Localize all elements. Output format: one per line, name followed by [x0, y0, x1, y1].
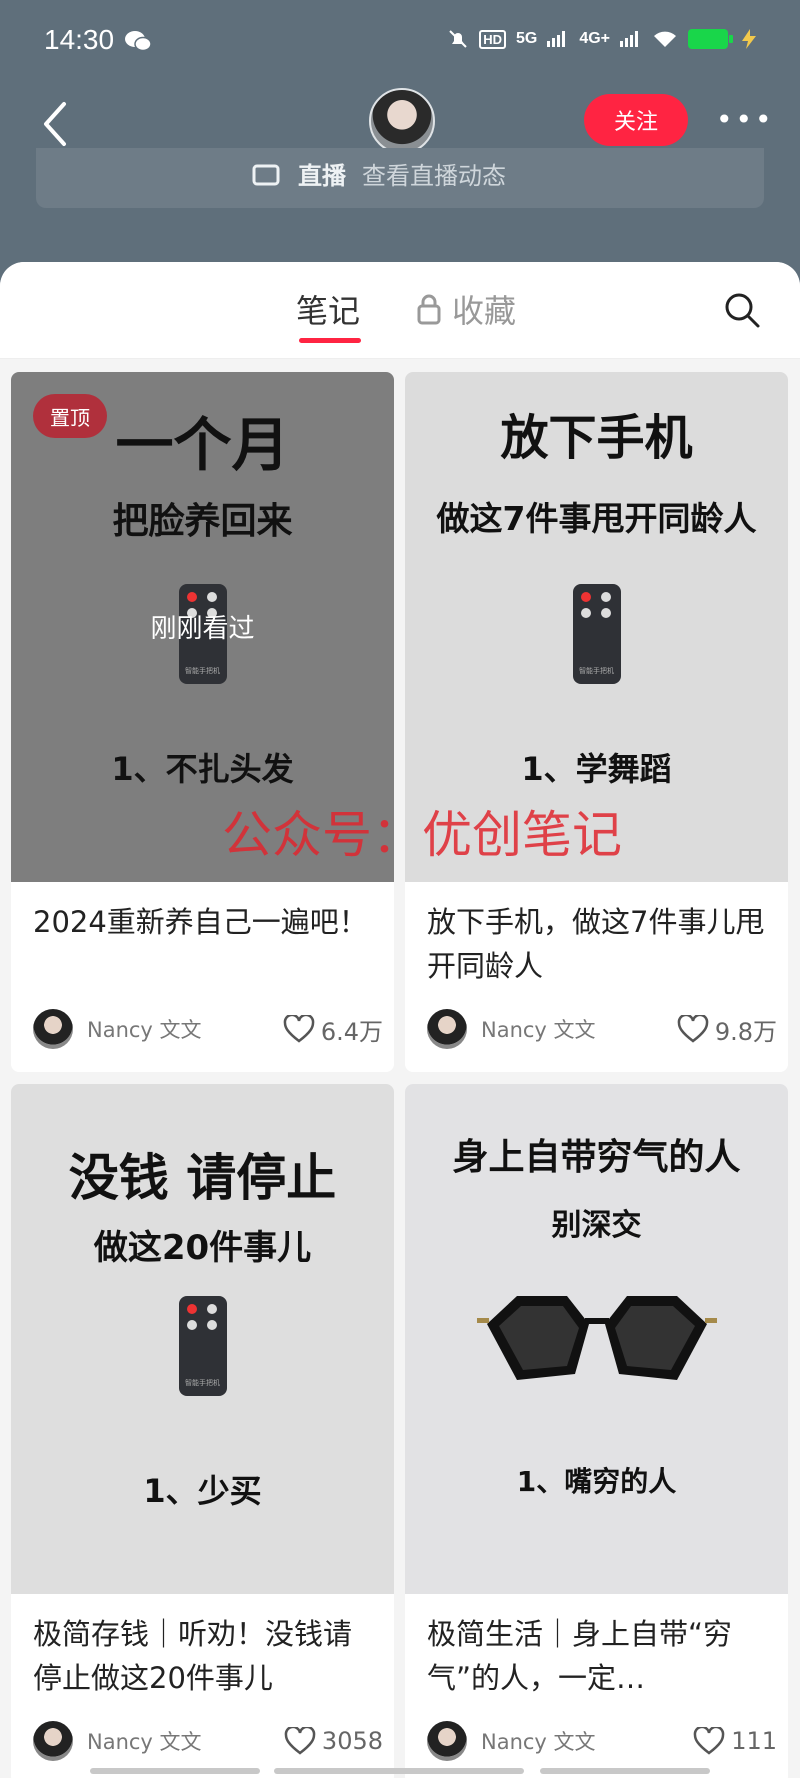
remote-control-image: 智能手把机 — [178, 1296, 227, 1396]
sunglasses-image — [477, 1296, 717, 1380]
5g-indicator: 5G — [515, 30, 538, 47]
search-icon[interactable] — [722, 290, 762, 330]
cover-point: 1、嘴穷的人 — [516, 1465, 677, 1498]
author-avatar — [33, 1721, 73, 1761]
like-count: 6.4万 — [320, 1017, 383, 1046]
cover-headline: 没钱 请停止 — [68, 1149, 337, 1207]
scroll-indicator — [274, 1768, 524, 1774]
note-meta: Nancy 文文 111 — [427, 1720, 777, 1762]
live-label: 直播 — [298, 162, 346, 190]
follow-button[interactable]: 关注 — [584, 94, 688, 146]
cover-point: 1、少买 — [143, 1472, 262, 1510]
back-arrow-icon[interactable] — [38, 96, 78, 152]
heart-icon — [283, 1015, 315, 1043]
cover-subtitle: 做这20件事儿 — [93, 1228, 312, 1268]
like-count: 3058 — [321, 1727, 383, 1755]
battery-icon — [688, 29, 733, 49]
cover-subtitle: 别深交 — [551, 1208, 642, 1243]
heart-icon — [284, 1727, 316, 1755]
live-tv-icon — [252, 164, 280, 185]
like-button[interactable]: 3058 — [284, 1727, 383, 1755]
status-icons: HD 5G 4G+ — [447, 28, 760, 50]
cover-point: 1、不扎头发 — [111, 750, 294, 788]
status-bar: 14:30 HD 5G 4G+ — [0, 0, 800, 80]
like-count: 9.8万 — [714, 1017, 777, 1046]
author-avatar — [427, 1009, 467, 1049]
note-title: 放下手机，做这7件事儿甩开同龄人 — [427, 905, 765, 983]
watermark-text: 公众号：优创笔记 — [222, 806, 622, 864]
profile-avatar[interactable] — [369, 88, 435, 154]
tab-favorites-label: 收藏 — [452, 292, 517, 330]
like-button[interactable]: 111 — [693, 1727, 777, 1755]
note-card[interactable]: 放下手机 做这7件事甩开同龄人 智能手把机 1、学舞蹈 放下手机，做这7件事儿甩… — [405, 372, 788, 1072]
author-name: Nancy 文文 — [87, 1730, 202, 1754]
charging-icon — [742, 29, 756, 49]
live-entry[interactable]: 直播 查看直播动态 — [36, 148, 764, 208]
heart-icon — [677, 1015, 709, 1043]
note-title: 极简生活｜身上自带“穷气”的人，一定… — [427, 1617, 733, 1695]
clock: 14:30 — [44, 24, 115, 55]
heart-icon — [693, 1727, 725, 1755]
pinned-badge: 置顶 — [33, 394, 107, 438]
like-count: 111 — [731, 1727, 777, 1755]
more-options-button[interactable]: ••• — [716, 100, 772, 140]
note-meta: Nancy 文文 3058 — [33, 1720, 383, 1762]
note-meta: Nancy 文文 9.8万 — [427, 1008, 777, 1050]
note-card[interactable]: 一个月 把脸养回来 智能手把机 刚刚看过 1、不扎头发 置顶 2024重新养自己… — [11, 372, 394, 1072]
live-subtitle: 查看直播动态 — [362, 162, 506, 190]
tab-favorites[interactable]: 收藏 — [416, 286, 516, 332]
content-sheet: 笔记 收藏 一个月 把脸养回来 智能手把机 刚刚看过 1、不扎头发 置顶 202… — [0, 262, 800, 1778]
mute-bell-icon — [449, 30, 467, 48]
author-name: Nancy 文文 — [481, 1018, 596, 1042]
note-card[interactable]: 没钱 请停止 做这20件事儿 智能手把机 1、少买 极简存钱｜听劝！没钱请停止做… — [11, 1084, 394, 1778]
wifi-icon — [654, 31, 676, 47]
author-avatar — [33, 1009, 73, 1049]
recently-viewed-label: 刚刚看过 — [150, 614, 255, 644]
4g-indicator: 4G+ — [579, 30, 610, 47]
scroll-indicator — [540, 1768, 710, 1774]
scroll-indicator — [90, 1768, 260, 1774]
note-title: 极简存钱｜听劝！没钱请停止做这20件事儿 — [33, 1617, 353, 1695]
remote-label: 智能手把机 — [185, 1379, 220, 1387]
cover-headline: 放下手机 — [500, 410, 693, 466]
author-name: Nancy 文文 — [87, 1018, 202, 1042]
author-avatar — [427, 1721, 467, 1761]
hd-indicator: HD — [479, 29, 506, 49]
lock-icon — [417, 294, 441, 325]
like-button[interactable]: 6.4万 — [283, 1012, 383, 1047]
remote-label: 智能手把机 — [185, 667, 220, 675]
remote-control-image: 智能手把机 — [572, 584, 621, 684]
cover-subtitle: 把脸养回来 — [112, 501, 293, 542]
tab-notes[interactable]: 笔记 — [296, 286, 360, 332]
note-cover: 身上自带穷气的人 别深交 1、嘴穷的人 — [405, 1084, 788, 1594]
cover-headline: 身上自带穷气的人 — [452, 1137, 741, 1178]
cover-subtitle: 做这7件事甩开同龄人 — [436, 499, 757, 538]
note-meta: Nancy 文文 6.4万 — [33, 1008, 383, 1050]
author-name: Nancy 文文 — [481, 1730, 596, 1754]
note-card[interactable]: 身上自带穷气的人 别深交 1、嘴穷的人 极简生活｜身上自带“穷气”的人，一定… … — [405, 1084, 788, 1778]
tab-bar: 笔记 收藏 — [0, 262, 800, 359]
remote-label: 智能手把机 — [579, 667, 614, 675]
note-title: 2024重新养自己一遍吧！ — [33, 905, 368, 939]
like-button[interactable]: 9.8万 — [677, 1012, 777, 1047]
active-tab-indicator — [299, 338, 361, 343]
signal-icon-2 — [620, 31, 638, 47]
wechat-icon — [125, 31, 152, 52]
cover-point: 1、学舞蹈 — [521, 750, 672, 788]
signal-icon — [547, 31, 566, 47]
note-cover: 没钱 请停止 做这20件事儿 智能手把机 1、少买 — [11, 1084, 394, 1594]
